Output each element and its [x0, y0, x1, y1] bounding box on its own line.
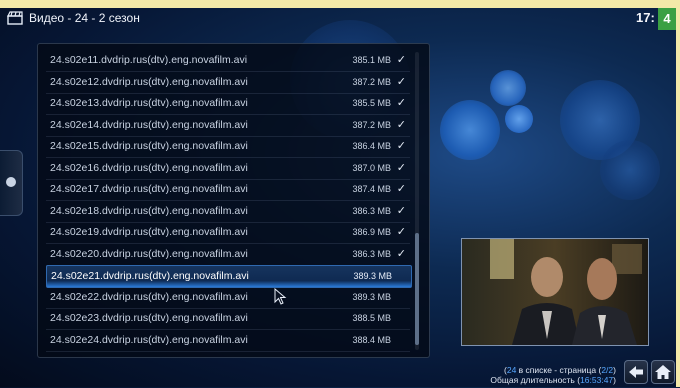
- item-count: 24: [506, 365, 517, 375]
- list-item[interactable]: 24.s02e17.dvdrip.rus(dtv).eng.novafilm.a…: [46, 179, 410, 201]
- list-item[interactable]: 24.s02e12.dvdrip.rus(dtv).eng.novafilm.a…: [46, 72, 410, 94]
- watched-check-icon: ✓: [396, 118, 406, 131]
- file-size: 388.4 MB: [352, 334, 391, 345]
- file-size: 387.0 MB: [352, 162, 391, 173]
- file-name: 24.s02e21.dvdrip.rus(dtv).eng.novafilm.a…: [51, 270, 249, 282]
- list-item[interactable]: 24.s02e23.dvdrip.rus(dtv).eng.novafilm.a…: [46, 308, 410, 330]
- watched-check-icon: ✓: [396, 226, 406, 238]
- total-duration: 16:53:47: [580, 375, 614, 385]
- file-size: 385.1 MB: [352, 55, 391, 65]
- watched-check-icon: ✓: [396, 183, 406, 195]
- file-size: 387.2 MB: [352, 119, 391, 130]
- clock: 17:: [636, 10, 655, 25]
- item-count-suffix: в списке - страница (: [516, 365, 602, 375]
- list-item[interactable]: 24.s02e14.dvdrip.rus(dtv).eng.novafilm.a…: [46, 115, 410, 137]
- item-count-line: (24 в списке - страница (2/2): [504, 365, 616, 375]
- file-name: 24.s02e22.dvdrip.rus(dtv).eng.novafilm.a…: [50, 290, 248, 303]
- file-name: 24.s02e19.dvdrip.rus(dtv).eng.novafilm.a…: [50, 226, 248, 238]
- watched-check-icon: ✓: [396, 140, 406, 152]
- duration-prefix: Общая длительность (: [490, 375, 581, 385]
- watched-check-icon: ✓: [396, 54, 406, 66]
- list-item[interactable]: 24.s02e19.dvdrip.rus(dtv).eng.novafilm.a…: [46, 222, 410, 244]
- scrollbar-thumb[interactable]: [415, 233, 419, 345]
- file-name: 24.s02e20.dvdrip.rus(dtv).eng.novafilm.a…: [50, 247, 248, 260]
- header-bar: Видео - 24 - 2 сезон 17: 4: [0, 8, 676, 30]
- file-list-panel: 24.s02e11.dvdrip.rus(dtv).eng.novafilm.a…: [37, 43, 430, 358]
- file-name: 24.s02e18.dvdrip.rus(dtv).eng.novafilm.a…: [50, 204, 248, 217]
- side-menu-tab[interactable]: [0, 150, 23, 216]
- total-duration-line: Общая длительность (16:53:47): [490, 375, 616, 385]
- background-bokeh: [490, 70, 526, 106]
- file-size: 387.4 MB: [352, 184, 391, 194]
- mouse-pointer-icon: [274, 288, 287, 305]
- file-name: 24.s02e16.dvdrip.rus(dtv).eng.novafilm.a…: [50, 161, 248, 174]
- window-frame-right: [676, 0, 680, 387]
- file-name: 24.s02e12.dvdrip.rus(dtv).eng.novafilm.a…: [50, 75, 248, 88]
- list-item[interactable]: 24.s02e18.dvdrip.rus(dtv).eng.novafilm.a…: [46, 201, 410, 223]
- file-name: 24.s02e14.dvdrip.rus(dtv).eng.novafilm.a…: [50, 118, 248, 131]
- list-status: (24 в списке - страница (2/2) Общая длит…: [490, 365, 616, 385]
- file-size: 388.5 MB: [352, 313, 391, 323]
- watched-check-icon: ✓: [396, 247, 406, 260]
- list-item[interactable]: 24.s02e13.dvdrip.rus(dtv).eng.novafilm.a…: [46, 93, 410, 115]
- status-badge: 4: [658, 8, 676, 30]
- video-thumbnail-image: [462, 239, 648, 345]
- background-bokeh: [560, 80, 640, 160]
- back-button[interactable]: [624, 360, 648, 384]
- list-item[interactable]: 24.s02e16.dvdrip.rus(dtv).eng.novafilm.a…: [46, 158, 410, 180]
- watched-check-icon: ✓: [396, 97, 406, 109]
- list-item[interactable]: 24.s02e15.dvdrip.rus(dtv).eng.novafilm.a…: [46, 136, 410, 158]
- back-arrow-icon: [629, 366, 643, 378]
- page-indicator: 2/2: [601, 365, 614, 375]
- file-name: 24.s02e17.dvdrip.rus(dtv).eng.novafilm.a…: [50, 183, 248, 195]
- side-menu-icon: [6, 177, 16, 187]
- file-size: 387.2 MB: [352, 76, 391, 87]
- duration-suffix: ): [613, 375, 616, 385]
- file-name: 24.s02e24.dvdrip.rus(dtv).eng.novafilm.a…: [50, 333, 248, 346]
- file-name: 24.s02e15.dvdrip.rus(dtv).eng.novafilm.a…: [50, 140, 248, 152]
- watched-check-icon: ✓: [396, 75, 406, 88]
- home-icon: [655, 365, 671, 379]
- video-thumbnail: [461, 238, 649, 346]
- file-size: 386.3 MB: [352, 205, 391, 216]
- file-size: 386.4 MB: [352, 141, 391, 151]
- background-bokeh: [440, 100, 500, 160]
- video-clapper-icon: [7, 11, 23, 25]
- watched-check-icon: ✓: [396, 204, 406, 217]
- file-size: 386.9 MB: [352, 227, 391, 237]
- window-frame-top: [0, 0, 680, 8]
- file-size: 389.3 MB: [353, 271, 392, 281]
- list-item[interactable]: 24.s02e24.dvdrip.rus(dtv).eng.novafilm.a…: [46, 330, 410, 352]
- background-bokeh: [600, 140, 660, 200]
- page-title: Видео - 24 - 2 сезон: [29, 11, 140, 25]
- list-item[interactable]: 24.s02e22.dvdrip.rus(dtv).eng.novafilm.a…: [46, 287, 410, 309]
- file-size: 385.5 MB: [352, 98, 391, 108]
- list-item[interactable]: 24.s02e11.dvdrip.rus(dtv).eng.novafilm.a…: [46, 50, 410, 72]
- home-button[interactable]: [651, 360, 675, 384]
- file-name: 24.s02e11.dvdrip.rus(dtv).eng.novafilm.a…: [50, 54, 248, 66]
- list-item[interactable]: 24.s02e20.dvdrip.rus(dtv).eng.novafilm.a…: [46, 244, 410, 266]
- list-item-selected[interactable]: 24.s02e21.dvdrip.rus(dtv).eng.novafilm.a…: [46, 265, 412, 288]
- file-size: 389.3 MB: [352, 291, 391, 302]
- background-bokeh: [505, 105, 533, 133]
- file-name: 24.s02e13.dvdrip.rus(dtv).eng.novafilm.a…: [50, 97, 248, 109]
- watched-check-icon: ✓: [396, 161, 406, 174]
- page-suffix: ): [613, 365, 616, 375]
- file-size: 386.3 MB: [352, 248, 391, 259]
- file-name: 24.s02e23.dvdrip.rus(dtv).eng.novafilm.a…: [50, 312, 248, 324]
